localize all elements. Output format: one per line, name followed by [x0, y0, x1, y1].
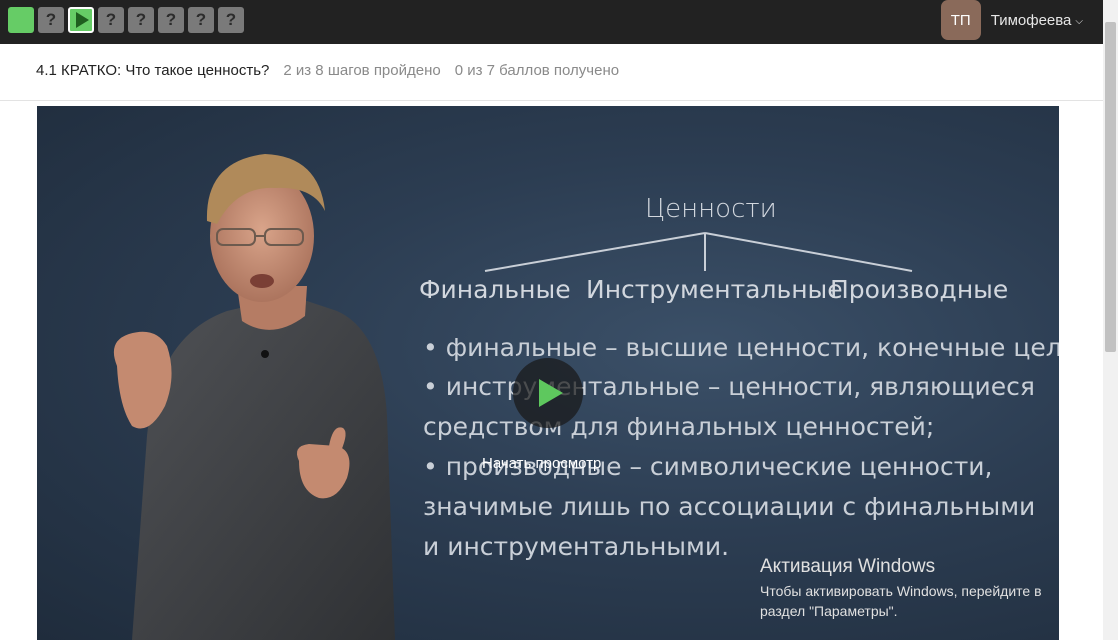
user-menu[interactable]: ТП Тимофеева ⌵ — [940, 0, 1083, 40]
slide-category-derived: Производные — [830, 275, 1009, 304]
scrollbar-thumb[interactable] — [1105, 22, 1116, 352]
step-5[interactable]: ? — [128, 7, 154, 33]
tree-lines — [484, 232, 913, 272]
slide-line-3: средством для финальных ценностей; — [423, 412, 935, 441]
step-8[interactable]: ? — [218, 7, 244, 33]
scrollbar[interactable] — [1103, 0, 1118, 640]
step-7[interactable]: ? — [188, 7, 214, 33]
chevron-down-icon[interactable]: ⌵ — [1075, 16, 1083, 27]
avatar[interactable]: ТП — [940, 0, 981, 40]
step-6[interactable]: ? — [158, 7, 184, 33]
slide-line-6: и инструментальными. — [423, 532, 730, 561]
slide-title: Ценности — [645, 194, 777, 224]
watermark-title: Активация Windows — [760, 556, 936, 577]
step-4[interactable]: ? — [98, 7, 124, 33]
step-navigation: ? ? ? ? ? ? — [8, 7, 244, 33]
step-1[interactable] — [8, 7, 34, 33]
watermark-text: Чтобы активировать Windows, перейдите в … — [760, 583, 1042, 619]
slide-category-final: Финальные — [419, 275, 571, 304]
lesson-progress: 2 из 8 шагов пройдено — [283, 62, 441, 79]
header-divider — [0, 100, 1103, 101]
slide-line-5: значимые лишь по ассоциации с финальными — [423, 492, 1036, 521]
start-watching-label[interactable]: Начать просмотр — [482, 455, 601, 472]
top-bar: ? ? ? ? ? ? ТП Тимофеева ⌵ — [0, 0, 1103, 44]
play-icon — [539, 379, 563, 407]
windows-activation-watermark: Активация Windows Чтобы активировать Win… — [760, 556, 1070, 621]
play-button[interactable] — [513, 358, 583, 428]
user-name[interactable]: Тимофеева — [991, 12, 1072, 29]
play-icon — [76, 12, 89, 28]
lesson-score: 0 из 7 баллов получено — [454, 62, 620, 79]
lesson-title: 4.1 КРАТКО: Что такое ценность? — [36, 62, 270, 79]
step-2[interactable]: ? — [38, 7, 64, 33]
slide-line-1: • финальные – высшие ценности, конечные … — [423, 333, 1059, 362]
lesson-header: 4.1 КРАТКО: Что такое ценность? 2 из 8 ша… — [36, 62, 619, 79]
slide-category-instrumental: Инструментальные — [586, 275, 843, 304]
step-3-current[interactable] — [68, 7, 94, 33]
